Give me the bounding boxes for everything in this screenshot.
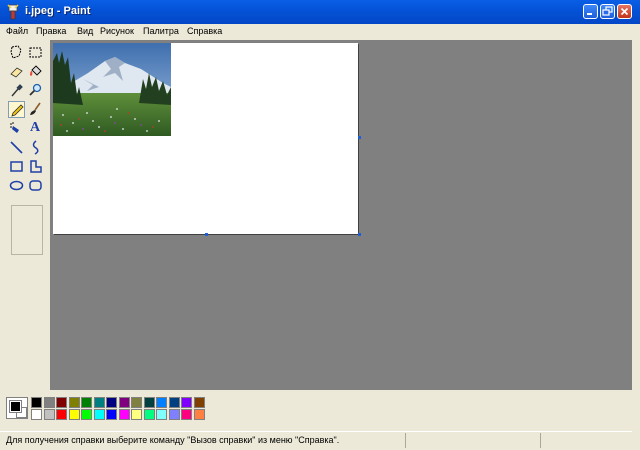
tool-pencil[interactable] (8, 101, 25, 118)
tool-polygon[interactable] (27, 158, 44, 175)
current-colors[interactable] (6, 397, 28, 419)
resize-handle-right[interactable] (358, 136, 361, 139)
palette-swatch[interactable] (181, 409, 192, 420)
menu-edit[interactable]: Правка (36, 26, 66, 36)
palette-swatch[interactable] (118, 409, 130, 420)
menu-help[interactable]: Справка (187, 26, 222, 36)
palette-swatch[interactable] (43, 409, 55, 420)
ellipse-icon (9, 180, 24, 191)
palette-swatch[interactable] (168, 409, 180, 420)
toolbox: A (0, 40, 50, 390)
line-icon (10, 141, 23, 154)
palette-swatch[interactable] (81, 397, 92, 408)
resize-handle-bottom[interactable] (205, 233, 208, 236)
palette-swatch[interactable] (131, 409, 142, 420)
status-pane-size (540, 433, 631, 448)
magnifier-icon (29, 83, 42, 96)
tool-rectangle[interactable] (8, 158, 25, 175)
tool-airbrush[interactable] (8, 120, 25, 137)
tool-fill[interactable] (27, 63, 44, 80)
tool-eraser[interactable] (8, 63, 25, 80)
paint-app-icon (7, 4, 19, 20)
tool-brush[interactable] (27, 101, 44, 118)
palette-swatch[interactable] (31, 397, 42, 408)
color-picker-icon (11, 84, 23, 97)
palette-swatch[interactable] (193, 409, 205, 420)
palette-swatch[interactable] (143, 409, 155, 420)
rect-select-icon (29, 47, 42, 58)
rectangle-icon (10, 161, 23, 172)
palette-swatch[interactable] (106, 409, 117, 420)
curve-icon (32, 140, 39, 155)
tool-text[interactable]: A (27, 120, 44, 137)
palette-swatch[interactable] (56, 409, 67, 420)
palette-swatch[interactable] (43, 397, 55, 408)
tool-free-form-select[interactable] (8, 44, 25, 61)
palette-swatch[interactable] (131, 397, 142, 408)
tool-magnifier[interactable] (27, 82, 44, 99)
menu-palette[interactable]: Палитра (143, 26, 179, 36)
restore-button[interactable] (600, 4, 615, 19)
palette-swatch[interactable] (68, 409, 80, 420)
palette-swatch[interactable] (106, 397, 117, 408)
palette-swatch[interactable] (143, 397, 155, 408)
tool-ellipse[interactable] (8, 177, 25, 194)
resize-handle-corner[interactable] (358, 233, 361, 236)
palette-swatch[interactable] (81, 409, 92, 420)
window-border (632, 24, 640, 449)
polygon-icon (30, 160, 42, 173)
close-icon (620, 7, 629, 16)
palette-swatch[interactable] (156, 397, 167, 408)
menu-bar: Файл Правка Вид Рисунок Палитра Справка (0, 24, 640, 40)
palette-swatch[interactable] (68, 397, 80, 408)
mountain-photo (53, 43, 171, 136)
minimize-button[interactable] (583, 4, 598, 19)
brush-icon (30, 102, 41, 115)
palette-swatch[interactable] (193, 397, 205, 408)
status-pane-coords (405, 433, 536, 448)
menu-view[interactable]: Вид (77, 26, 93, 36)
fill-bucket-icon (30, 65, 42, 76)
palette-swatch[interactable] (168, 397, 180, 408)
tool-line[interactable] (8, 139, 25, 156)
text-icon: A (30, 120, 41, 135)
tool-curve[interactable] (27, 139, 44, 156)
tool-rounded-rect[interactable] (27, 177, 44, 194)
close-button[interactable] (617, 4, 632, 19)
palette-swatch[interactable] (93, 397, 105, 408)
window-title: i.jpeg - Paint (25, 5, 91, 17)
status-text: Для получения справки выберите команду "… (6, 435, 340, 445)
canvas-workspace (50, 40, 632, 390)
tool-color-picker[interactable] (8, 82, 25, 99)
tool-rect-select[interactable] (27, 44, 44, 61)
palette-swatch[interactable] (93, 409, 105, 420)
palette-swatch[interactable] (118, 397, 130, 408)
eraser-icon (10, 67, 23, 78)
palette-swatch[interactable] (31, 409, 42, 420)
restore-icon (602, 6, 613, 16)
foreground-color-swatch (9, 400, 22, 413)
status-bar: Для получения справки выберите команду "… (0, 431, 632, 450)
palette-bar (0, 390, 632, 430)
palette-swatch[interactable] (181, 397, 192, 408)
palette-swatch[interactable] (156, 409, 167, 420)
drawing-canvas[interactable] (53, 43, 358, 234)
tool-options-box[interactable] (11, 205, 43, 255)
menu-image[interactable]: Рисунок (100, 26, 134, 36)
pencil-icon (11, 104, 24, 117)
menu-file[interactable]: Файл (6, 26, 28, 36)
free-form-select-icon (10, 45, 22, 59)
airbrush-icon (10, 122, 19, 133)
rounded-rect-icon (29, 180, 42, 191)
minimize-icon (587, 13, 592, 15)
palette-swatch[interactable] (56, 397, 67, 408)
title-bar[interactable]: i.jpeg - Paint (0, 0, 640, 24)
